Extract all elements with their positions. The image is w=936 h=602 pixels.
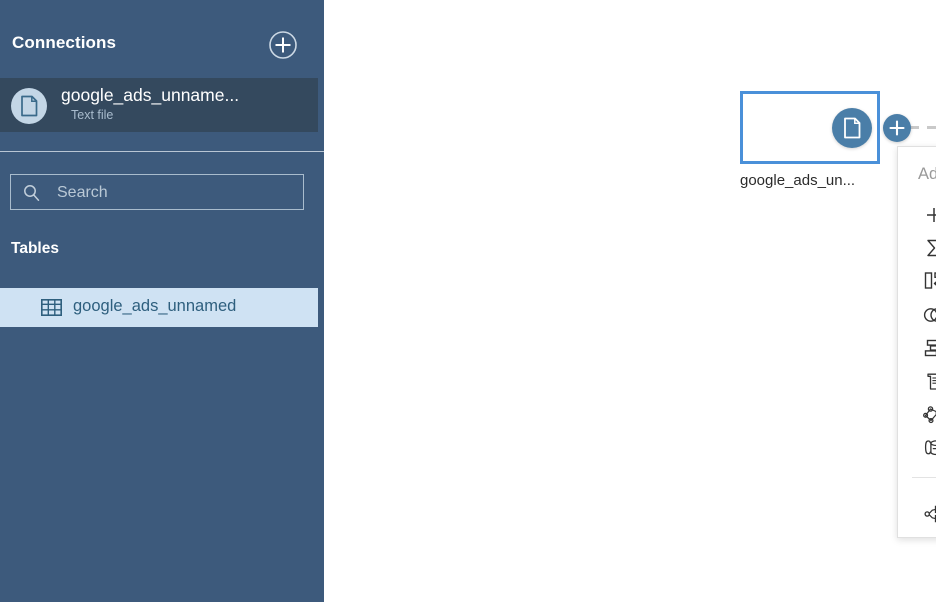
- pivot-icon: [923, 270, 936, 292]
- union-stack-icon: [923, 337, 936, 359]
- sidebar-divider: [0, 151, 324, 152]
- add-connection-button[interactable]: [268, 30, 298, 60]
- menu-item-union[interactable]: Union: [898, 332, 936, 365]
- menu-item-pivot[interactable]: Pivot: [898, 265, 936, 298]
- connections-header: Connections: [0, 0, 324, 76]
- connection-item-name: google_ads_unname...: [61, 85, 239, 106]
- connection-item-google-ads[interactable]: google_ads_unname... Text file: [0, 78, 318, 132]
- search-icon: [23, 184, 41, 202]
- search-input[interactable]: [55, 175, 299, 211]
- menu-item-aggregate[interactable]: Aggregate: [898, 231, 936, 264]
- output-database-icon: [923, 437, 936, 459]
- add-step-context-menu: Add: Clean Step Aggregate: [897, 146, 936, 538]
- menu-divider: [912, 477, 936, 478]
- tables-section-label: Tables: [11, 240, 59, 258]
- script-scroll-icon: [923, 371, 936, 393]
- menu-item-join[interactable]: Join: [898, 298, 936, 331]
- menu-item-output[interactable]: Output: [898, 432, 936, 465]
- file-document-icon: [832, 108, 872, 148]
- menu-item-script[interactable]: Script: [898, 365, 936, 398]
- add-step-button[interactable]: [883, 114, 911, 142]
- flow-canvas: clean data google_ads_un... Add:: [324, 0, 936, 602]
- menu-item-clean-step[interactable]: Clean Step: [898, 198, 936, 231]
- add-menu-title: Add:: [918, 165, 936, 184]
- sigma-icon: [923, 237, 936, 259]
- menu-item-insert-flow[interactable]: Insert Flow: [898, 497, 936, 530]
- search-box[interactable]: [10, 174, 304, 210]
- plus-circle-icon: [268, 30, 298, 60]
- connections-sidebar: Connections google_ads_unname... Text fi…: [0, 0, 324, 602]
- sidebar-table-item-google-ads-unnamed[interactable]: google_ads_unnamed: [0, 288, 318, 327]
- menu-item-prediction[interactable]: Prediction: [898, 398, 936, 431]
- connection-item-subtitle: Text file: [71, 108, 113, 122]
- plus-icon: [889, 120, 905, 136]
- flow-connector-dashed: [910, 126, 936, 129]
- sidebar-table-item-label: google_ads_unnamed: [73, 297, 236, 316]
- file-document-icon: [11, 88, 47, 124]
- table-grid-icon: [41, 299, 62, 316]
- page-title: Connections: [12, 33, 116, 53]
- flow-node-input-label: google_ads_un...: [740, 172, 900, 189]
- join-venn-icon: [923, 304, 936, 326]
- plus-icon: [923, 204, 936, 226]
- prediction-nodes-icon: [923, 404, 936, 426]
- insert-flow-icon: [923, 503, 936, 525]
